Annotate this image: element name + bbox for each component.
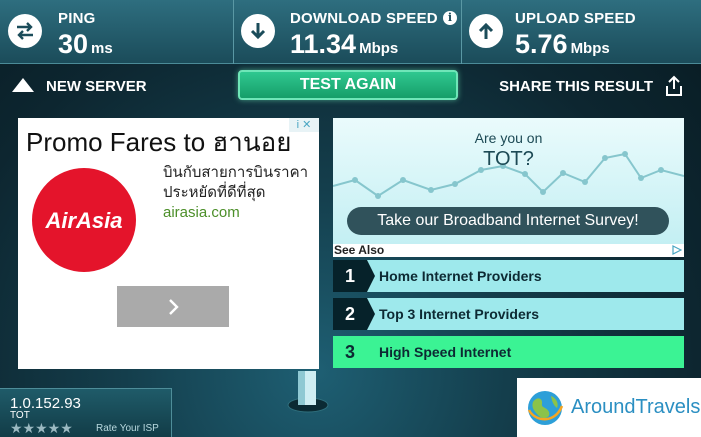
share-icon [666,75,682,96]
ad-next-button[interactable] [117,286,229,327]
connection-info: 1.0.152.93 TOT ★★★★★ Rate Your ISP [0,388,172,437]
see-also-number: 1 [333,260,375,292]
see-also-item-2[interactable]: 2 Top 3 Internet Providers [333,298,684,330]
upload-value: 5.76 Mbps [515,29,610,60]
ad-title[interactable]: Promo Fares to ฮานอย [26,122,291,163]
see-also-text: Home Internet Providers [379,268,542,284]
upload-stat: UPLOAD SPEED 5.76 Mbps [462,0,701,64]
new-server-label: NEW SERVER [46,77,147,95]
rate-isp-link[interactable]: Rate Your ISP [96,423,159,434]
ping-value: 30 ms [58,29,113,60]
see-also-number: 3 [344,341,355,362]
upload-arrow-icon [469,14,503,48]
upload-number: 5.76 [515,29,568,59]
new-server-button[interactable]: NEW SERVER [10,76,147,96]
airasia-ad[interactable]: Promo Fares to ฮานอย i ✕ AirAsia บินกับส… [18,118,319,369]
see-also-text: High Speed Internet [379,344,512,360]
watermark-text: AroundTravels [571,396,701,418]
see-also-header: See Also [333,243,684,257]
server-triangle-icon [12,78,34,92]
ad-line-2: ประหยัดที่ดีที่สุด [163,184,266,201]
download-number: 11.34 [290,29,357,59]
share-label: SHARE THIS RESULT [499,77,653,95]
globe-logo-icon [527,390,564,425]
server-tower-icon [287,371,329,413]
ping-number: 30 [58,29,89,59]
ad-url[interactable]: airasia.com [163,204,240,221]
see-also-text: Top 3 Internet Providers [379,306,539,322]
download-unit: Mbps [359,40,399,57]
isp-rating-stars[interactable]: ★★★★★ [10,421,73,435]
svg-text:AirAsia: AirAsia [44,208,122,233]
aroundtravels-watermark: AroundTravels [517,378,701,437]
ping-arrows-icon [8,14,42,48]
see-also-item-1[interactable]: 1 Home Internet Providers [333,260,684,292]
survey-panel[interactable]: Are you on TOT? Take our Broadband Inter… [333,118,684,246]
speedtest-app: PING 30 ms DOWNLOAD SPEED i 11.34 Mbps U… [0,0,701,437]
info-icon[interactable]: i [443,11,457,25]
stats-bar: PING 30 ms DOWNLOAD SPEED i 11.34 Mbps U… [0,0,701,64]
share-result-button[interactable]: SHARE THIS RESULT [499,74,685,98]
survey-cta-button[interactable]: Take our Broadband Internet Survey! [347,207,669,235]
download-value: 11.34 Mbps [290,29,398,60]
upload-label: UPLOAD SPEED [515,10,636,27]
chevron-right-icon [169,298,179,315]
ping-unit: ms [91,40,113,57]
ad-logo-container: AirAsia [26,162,154,282]
see-also-number: 2 [333,298,375,330]
see-also-item-3[interactable]: 3 High Speed Internet [333,336,684,368]
download-arrow-icon [241,14,275,48]
download-stat: DOWNLOAD SPEED i 11.34 Mbps [234,0,462,64]
ad-choices-icon[interactable]: i ✕ [289,118,319,132]
ping-label: PING [58,10,96,27]
upload-unit: Mbps [570,40,610,57]
download-label: DOWNLOAD SPEED [290,10,438,27]
see-also-label: See Also [334,243,385,257]
survey-question-2: TOT? [483,148,534,170]
ping-stat: PING 30 ms [0,0,234,64]
survey-question-1: Are you on [474,130,543,146]
test-again-button[interactable]: TEST AGAIN [238,70,458,100]
ad-choices-triangle-icon[interactable] [672,245,682,255]
airasia-logo: AirAsia [32,168,136,272]
